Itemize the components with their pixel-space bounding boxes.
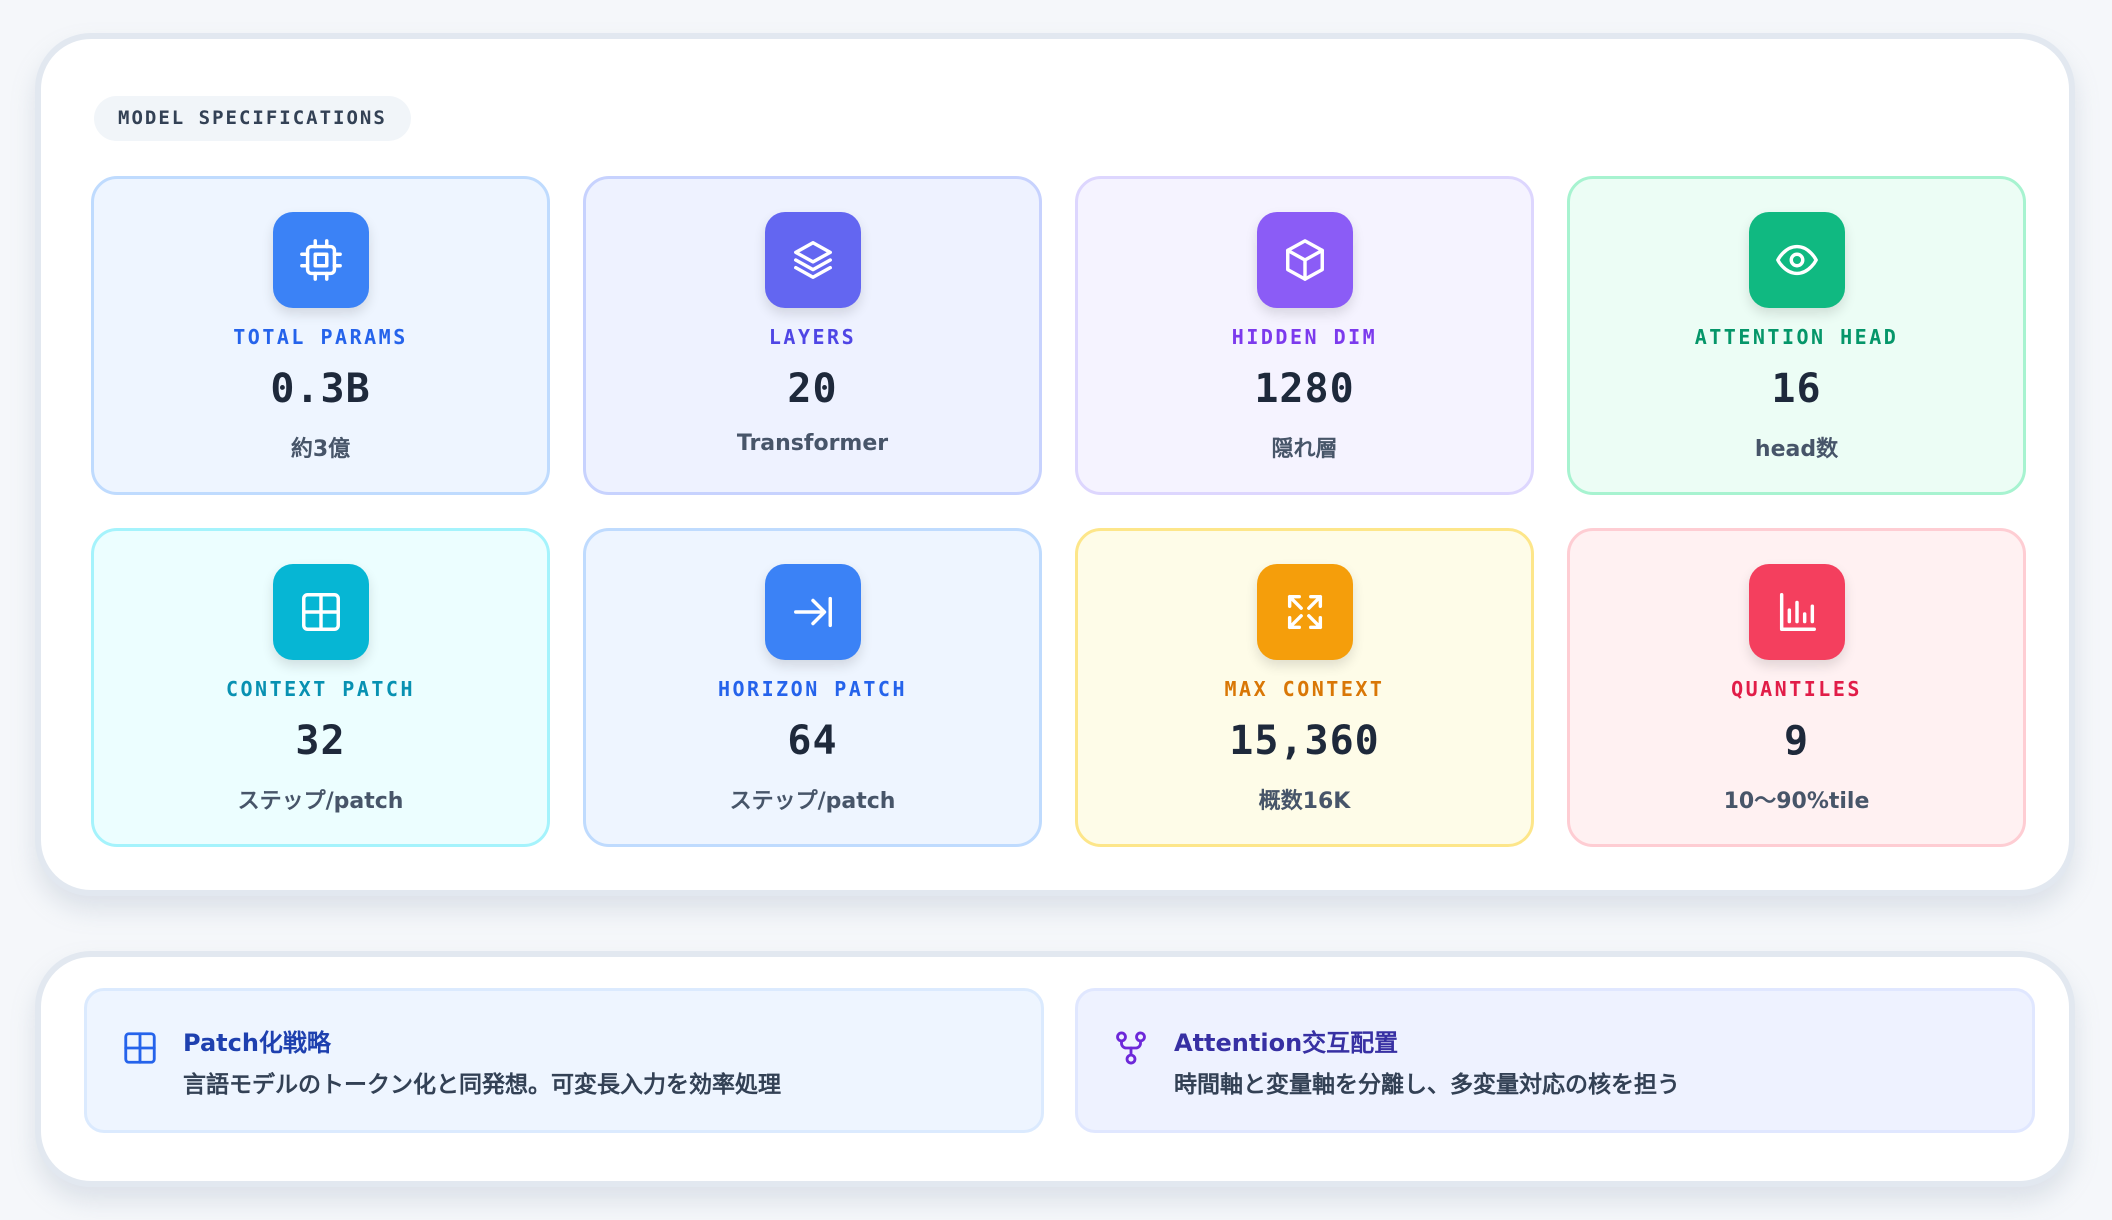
spec-subtext: 隠れ層 <box>1271 437 1338 462</box>
spec-label: QUANTILES <box>1731 677 1862 701</box>
expand-icon <box>1256 564 1353 660</box>
spec-card-total-params: TOTAL PARAMS 0.3B 約3億 <box>91 176 550 495</box>
note-title: Attention交互配置 <box>1174 1029 1399 1057</box>
spec-card-quantiles: QUANTILES 9 10〜90%tile <box>1567 528 2026 847</box>
note-title: Patch化戦略 <box>183 1029 331 1057</box>
note-attention-interleave: Attention交互配置 時間軸と変量軸を分離し、多変量対応の核を担う <box>1075 988 2035 1133</box>
spec-value: 0.3B <box>270 366 371 412</box>
grid-icon <box>124 1032 156 1064</box>
spec-label: TOTAL PARAMS <box>233 325 408 349</box>
note-patch-strategy: Patch化戦略 言語モデルのトークン化と同発想。可変長入力を効率処理 <box>84 988 1044 1133</box>
grid-icon <box>272 564 369 660</box>
spec-label: MAX CONTEXT <box>1224 677 1385 701</box>
note-text: 時間軸と変量軸を分離し、多変量対応の核を担う <box>1174 1072 1680 1098</box>
git-fork-icon <box>1116 1031 1146 1065</box>
spec-label: HORIZON PATCH <box>717 677 908 701</box>
spec-subtext: 約3億 <box>290 437 351 462</box>
spec-label: CONTEXT PATCH <box>225 677 416 701</box>
spec-card-max-context: MAX CONTEXT 15,360 概数16K <box>1075 528 1534 847</box>
spec-value: 16 <box>1771 366 1822 412</box>
spec-card-attention-head: ATTENTION HEAD 16 head数 <box>1567 176 2026 495</box>
section-label: MODEL SPECIFICATIONS <box>94 96 411 141</box>
model-specifications-panel: MODEL SPECIFICATIONS TOTAL PARAMS 0.3B 約… <box>35 33 2075 896</box>
spec-subtext: ステップ/patch <box>237 789 404 814</box>
spec-value: 15,360 <box>1229 718 1380 764</box>
arrow-to-right-icon <box>764 564 861 660</box>
spec-label: ATTENTION HEAD <box>1694 325 1899 349</box>
spec-subtext: 概数16K <box>1258 789 1351 814</box>
spec-card-context-patch: CONTEXT PATCH 32 ステップ/patch <box>91 528 550 847</box>
spec-value: 1280 <box>1254 366 1355 412</box>
layers-icon <box>764 212 861 308</box>
eye-icon <box>1748 212 1845 308</box>
cpu-icon <box>272 212 369 308</box>
spec-value: 64 <box>787 718 838 764</box>
spec-label: HIDDEN DIM <box>1231 325 1378 349</box>
spec-label: LAYERS <box>768 325 857 349</box>
bar-chart-icon <box>1748 564 1845 660</box>
spec-subtext: 10〜90%tile <box>1723 789 1870 814</box>
spec-card-hidden-dim: HIDDEN DIM 1280 隠れ層 <box>1075 176 1534 495</box>
spec-value: 32 <box>295 718 346 764</box>
spec-value: 9 <box>1783 718 1810 764</box>
spec-card-layers: LAYERS 20 Transformer <box>583 176 1042 495</box>
note-text: 言語モデルのトークン化と同発想。可変長入力を効率処理 <box>183 1072 781 1098</box>
notes-panel: Patch化戦略 言語モデルのトークン化と同発想。可変長入力を効率処理 Atte… <box>35 951 2075 1187</box>
spec-subtext: head数 <box>1754 437 1839 462</box>
spec-subtext: Transformer <box>736 431 889 456</box>
spec-card-horizon-patch: HORIZON PATCH 64 ステップ/patch <box>583 528 1042 847</box>
spec-subtext: ステップ/patch <box>729 789 896 814</box>
cube-icon <box>1256 212 1353 308</box>
spec-value: 20 <box>787 366 838 412</box>
